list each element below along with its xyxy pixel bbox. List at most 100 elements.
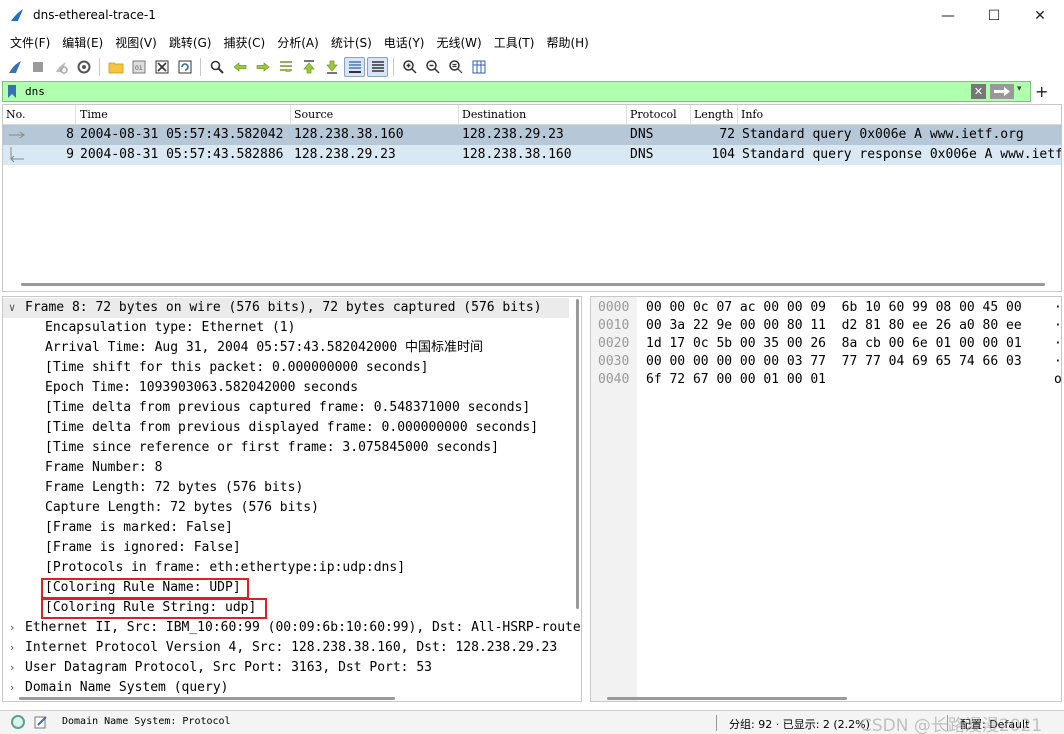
go-back-button[interactable] xyxy=(229,57,250,77)
expert-info-icon[interactable] xyxy=(11,715,25,729)
details-vertical-scrollbar[interactable] xyxy=(575,297,581,701)
column-header-destination[interactable]: Destination xyxy=(459,105,627,125)
menu-tools[interactable]: 工具(T) xyxy=(488,32,541,54)
last-packet-button[interactable] xyxy=(321,57,342,77)
menu-analyze[interactable]: 分析(A) xyxy=(271,32,325,54)
collapsed-arrow-icon[interactable]: › xyxy=(6,618,18,638)
clear-filter-icon[interactable]: ✕ xyxy=(971,84,986,99)
byte-offset: 0000 xyxy=(598,300,630,315)
reload-file-button[interactable] xyxy=(174,57,195,77)
tree-field[interactable]: [Time shift for this packet: 0.000000000… xyxy=(45,358,429,378)
tree-field[interactable]: Capture Length: 72 bytes (576 bits) xyxy=(45,498,319,518)
close-file-button[interactable] xyxy=(151,57,172,77)
tree-field[interactable]: Encapsulation type: Ethernet (1) xyxy=(45,318,295,338)
column-header-time[interactable]: Time xyxy=(77,105,291,125)
tree-field[interactable]: [Frame is ignored: False] xyxy=(45,538,241,558)
column-header-length[interactable]: Length xyxy=(691,105,738,125)
tree-field[interactable]: Frame Number: 8 xyxy=(45,458,162,478)
tree-field[interactable]: [Time delta from previous displayed fram… xyxy=(45,418,538,438)
byte-hex-row[interactable]: 00 00 0c 07 ac 00 00 09 6b 10 60 99 08 0… xyxy=(646,299,1022,317)
colorize-button[interactable] xyxy=(367,57,388,77)
tree-field[interactable]: [Frame is marked: False] xyxy=(45,518,233,538)
packet-row[interactable]: 9 2004-08-31 05:57:43.582886 128.238.29.… xyxy=(3,145,1061,165)
start-capture-button[interactable] xyxy=(4,57,25,77)
scrollbar-thumb[interactable] xyxy=(576,299,579,609)
status-bar: Domain Name System: Protocol 分组: 92 · 已显… xyxy=(0,710,1064,734)
tree-field[interactable]: [Protocols in frame: eth:ethertype:ip:ud… xyxy=(45,558,405,578)
capture-options-button[interactable] xyxy=(73,57,94,77)
display-filter-input[interactable]: dns xyxy=(25,85,45,98)
save-file-button[interactable]: 01 xyxy=(128,57,149,77)
menu-capture[interactable]: 捕获(C) xyxy=(217,32,271,54)
menu-help[interactable]: 帮助(H) xyxy=(540,32,594,54)
byte-offset: 0020 xyxy=(598,336,630,351)
stop-capture-button[interactable] xyxy=(27,57,48,77)
zoom-out-button[interactable] xyxy=(422,57,443,77)
byte-ascii-row[interactable]: · xyxy=(1054,353,1061,371)
byte-hex-row[interactable]: 00 00 00 00 00 00 03 77 77 77 04 69 65 7… xyxy=(646,353,1022,371)
byte-hex-row[interactable]: 00 3a 22 9e 00 00 80 11 d2 81 80 ee 26 a… xyxy=(646,317,1022,335)
column-header-info[interactable]: Info xyxy=(738,105,1060,125)
byte-ascii-row[interactable]: o xyxy=(1054,371,1061,389)
tree-field[interactable]: Epoch Time: 1093903063.582042000 seconds xyxy=(45,378,358,398)
filter-bookmark-icon[interactable] xyxy=(6,84,18,99)
tree-item-frame[interactable]: ∨ Frame 8: 72 bytes on wire (576 bits), … xyxy=(3,298,569,318)
resize-columns-icon xyxy=(472,60,485,74)
menu-telephony[interactable]: 电话(Y) xyxy=(378,32,431,54)
details-horizontal-scrollbar[interactable] xyxy=(19,697,395,700)
go-forward-button[interactable] xyxy=(252,57,273,77)
filter-history-dropdown[interactable]: ▾ xyxy=(1017,84,1022,94)
first-packet-button[interactable] xyxy=(298,57,319,77)
colorize-icon xyxy=(371,61,384,72)
normal-size-button[interactable] xyxy=(445,57,466,77)
svg-text:01: 01 xyxy=(135,65,143,72)
go-to-packet-button[interactable] xyxy=(275,57,296,77)
auto-scroll-button[interactable] xyxy=(344,57,365,77)
menu-statistics[interactable]: 统计(S) xyxy=(325,32,378,54)
column-header-protocol[interactable]: Protocol xyxy=(627,105,691,125)
collapsed-arrow-icon[interactable]: › xyxy=(6,658,18,678)
tree-field[interactable]: Frame Length: 72 bytes (576 bits) xyxy=(45,478,303,498)
minimize-button[interactable]: — xyxy=(925,0,971,32)
byte-ascii-row[interactable]: · xyxy=(1054,299,1061,317)
column-header-source[interactable]: Source xyxy=(291,105,459,125)
highlight-box xyxy=(41,598,267,619)
request-related-icon xyxy=(9,131,25,139)
find-packet-button[interactable] xyxy=(206,57,227,77)
menu-edit[interactable]: 编辑(E) xyxy=(56,32,109,54)
packet-list-horizontal-scrollbar[interactable] xyxy=(21,283,1045,289)
packet-stats: 分组: 92 · 已显示: 2 (2.2%) xyxy=(729,718,870,731)
tree-field[interactable]: [Time since reference or first frame: 3.… xyxy=(45,438,499,458)
add-filter-button[interactable]: + xyxy=(1035,82,1048,101)
response-related-icon xyxy=(10,147,24,163)
apply-filter-button[interactable] xyxy=(990,84,1014,99)
open-file-button[interactable] xyxy=(105,57,126,77)
collapsed-arrow-icon[interactable]: › xyxy=(6,638,18,658)
menu-go[interactable]: 跳转(G) xyxy=(163,32,218,54)
byte-ascii-row[interactable]: · xyxy=(1054,317,1061,335)
menu-view[interactable]: 视图(V) xyxy=(109,32,163,54)
edit-comment-icon[interactable] xyxy=(34,715,48,729)
scrollbar-thumb[interactable] xyxy=(21,283,1045,286)
expanded-arrow-icon[interactable]: ∨ xyxy=(6,298,18,318)
bytes-horizontal-scrollbar[interactable] xyxy=(607,697,847,700)
tree-field[interactable]: Arrival Time: Aug 31, 2004 05:57:43.5820… xyxy=(45,338,483,358)
menu-file[interactable]: 文件(F) xyxy=(4,32,56,54)
byte-hex-row[interactable]: 6f 72 67 00 00 01 00 01 xyxy=(646,371,826,389)
resize-columns-button[interactable] xyxy=(468,57,489,77)
restart-capture-button[interactable] xyxy=(50,57,71,77)
maximize-button[interactable]: ☐ xyxy=(971,0,1017,32)
collapsed-arrow-icon[interactable]: › xyxy=(6,678,18,698)
open-file-icon xyxy=(108,62,123,74)
tree-field[interactable]: [Time delta from previous captured frame… xyxy=(45,398,530,418)
byte-ascii-row[interactable]: · xyxy=(1054,335,1061,353)
column-header-no[interactable]: No. xyxy=(3,105,76,125)
zoom-in-button[interactable] xyxy=(399,57,420,77)
packet-row[interactable]: 8 2004-08-31 05:57:43.582042 128.238.38.… xyxy=(3,125,1061,145)
packet-protocol: DNS xyxy=(630,147,654,162)
close-button[interactable]: ✕ xyxy=(1017,0,1063,32)
byte-hex-row[interactable]: 1d 17 0c 5b 00 35 00 26 8a cb 00 6e 01 0… xyxy=(646,335,1022,353)
save-file-icon: 01 xyxy=(132,60,145,74)
zoom-out-icon xyxy=(425,60,440,74)
menu-wireless[interactable]: 无线(W) xyxy=(431,32,488,54)
